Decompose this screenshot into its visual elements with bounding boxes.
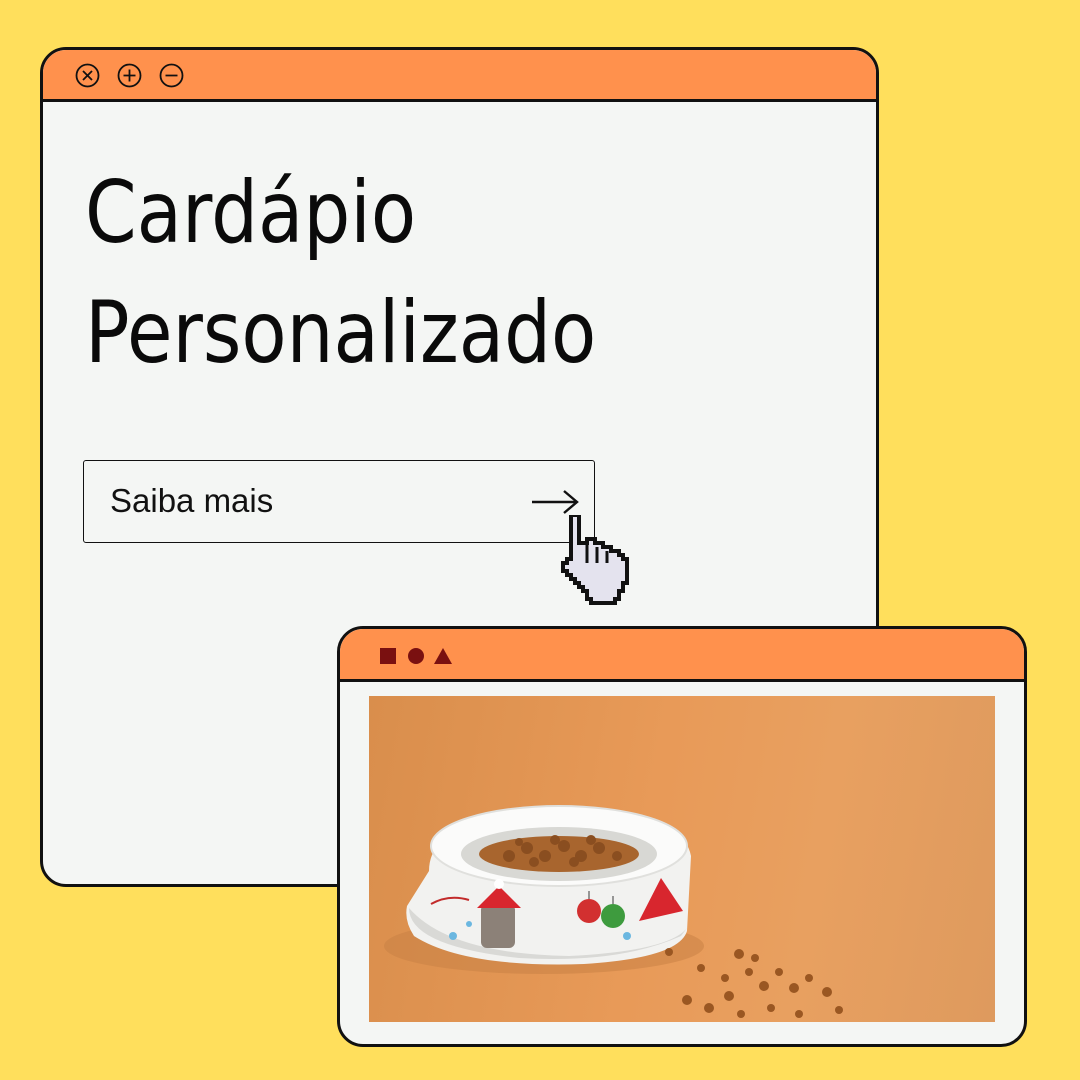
square-icon: [380, 648, 396, 668]
saiba-mais-button[interactable]: Saiba mais: [83, 460, 595, 543]
headline-line-1: Cardápio: [85, 163, 417, 263]
image-window-titlebar: [340, 629, 1024, 682]
main-window-titlebar: [43, 50, 876, 102]
pet-food-bowl-photo: [369, 696, 995, 1022]
triangle-icon: [434, 648, 452, 668]
plus-icon[interactable]: [117, 63, 142, 88]
image-window: [337, 626, 1027, 1047]
arrow-right-icon: [530, 488, 580, 516]
hand-pointer-icon: [555, 513, 643, 607]
saiba-mais-label: Saiba mais: [110, 482, 274, 519]
close-icon[interactable]: [75, 63, 100, 88]
minus-icon[interactable]: [159, 63, 184, 88]
circle-icon: [408, 648, 424, 668]
headline-line-2: Personalizado: [85, 283, 597, 383]
